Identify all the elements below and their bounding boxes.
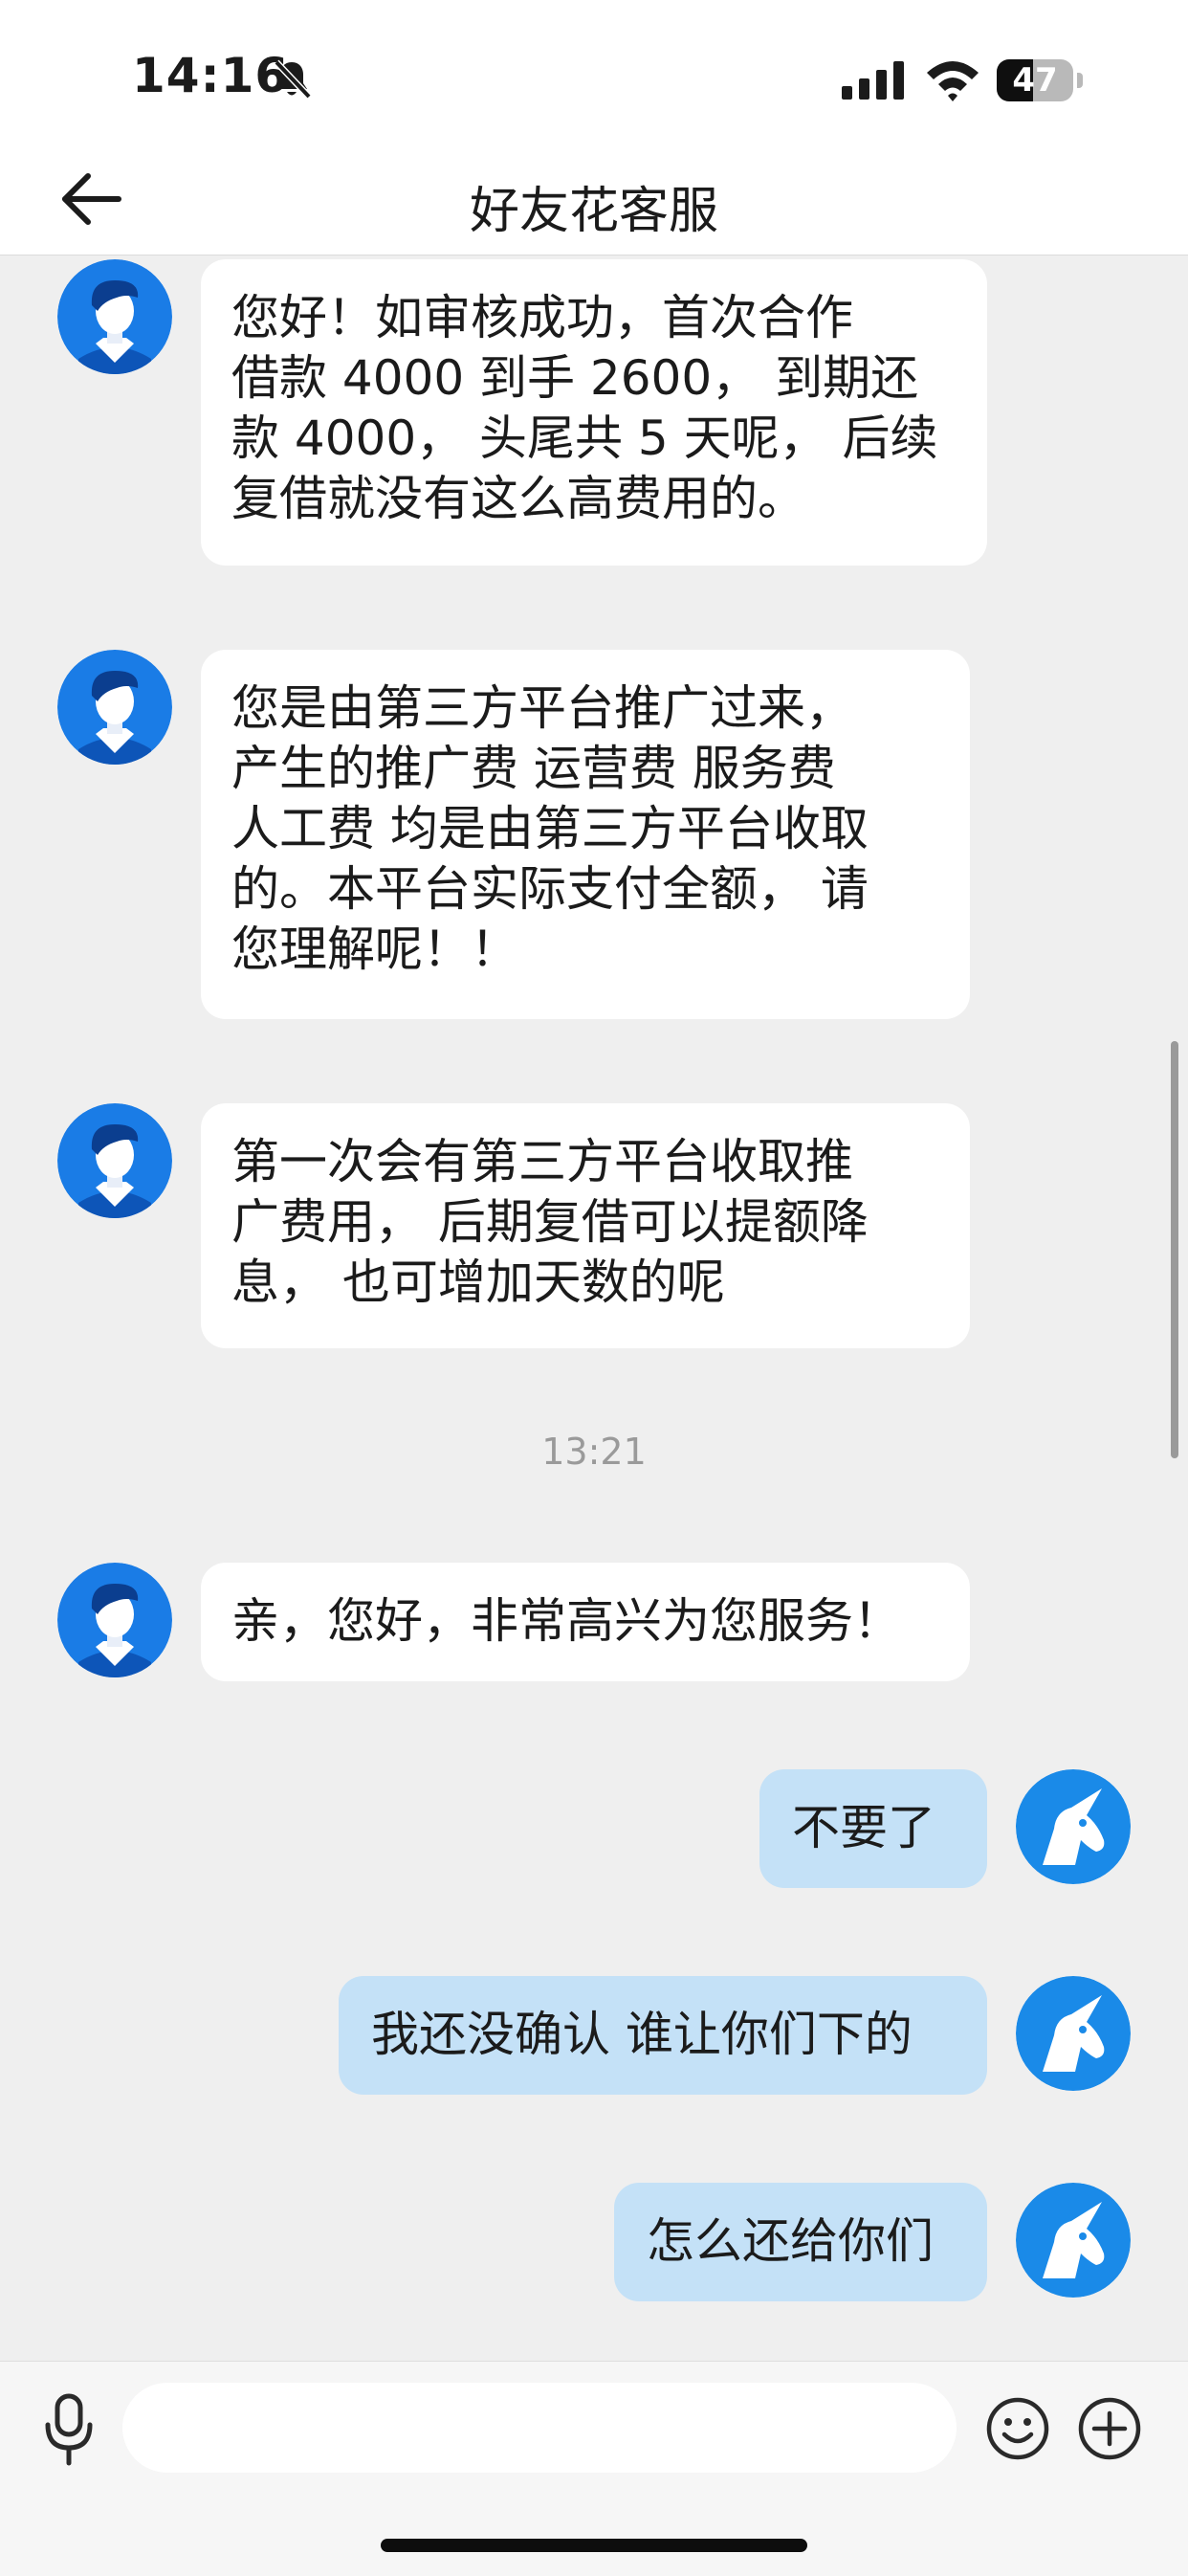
chat-scrollbar[interactable]	[1171, 1041, 1178, 1458]
outgoing-message-bubble[interactable]: 我还没确认 谁让你们下的	[339, 1976, 987, 2095]
chat-thread[interactable]: 您好！如审核成功，首次合作 借款 4000 到手 2600， 到期还 款 400…	[0, 255, 1188, 2361]
message-line: 您好！如审核成功，首次合作	[231, 290, 853, 345]
cellular-signal-icon	[842, 61, 904, 100]
agent-avatar-icon	[57, 1103, 172, 1218]
battery-percent: 47	[1012, 61, 1058, 100]
message-line: 不要了	[792, 1800, 935, 1855]
incoming-message-bubble[interactable]: 您好！如审核成功，首次合作 借款 4000 到手 2600， 到期还 款 400…	[201, 259, 987, 566]
nav-bar: 好友花客服	[0, 144, 1188, 255]
user-avatar[interactable]	[1016, 1976, 1131, 2091]
message-input[interactable]	[122, 2383, 957, 2473]
battery-indicator: 47	[997, 59, 1085, 101]
unicorn-avatar-icon	[1016, 1976, 1131, 2091]
agent-avatar-icon	[57, 1563, 172, 1677]
battery-tip	[1077, 73, 1083, 88]
agent-avatar-icon	[57, 650, 172, 765]
message-line: 您是由第三方平台推广过来，	[231, 680, 853, 736]
incoming-message-bubble[interactable]: 第一次会有第三方平台收取推 广费用， 后期复借可以提额降 息， 也可增加天数的呢	[201, 1103, 970, 1348]
status-time: 14:16	[132, 48, 290, 103]
message-line: 第一次会有第三方平台收取推	[231, 1134, 853, 1189]
emoji-icon[interactable]	[985, 2396, 1050, 2461]
message-input-bar	[0, 2361, 1188, 2496]
message-line: 复借就没有这么高费用的。	[231, 471, 805, 526]
incoming-message-bubble[interactable]: 亲，您好，非常高兴为您服务！	[201, 1563, 970, 1681]
message-line: 款 4000， 头尾共 5 天呢， 后续	[231, 411, 938, 466]
message-line: 人工费 均是由第三方平台收取	[231, 801, 869, 856]
agent-avatar[interactable]	[57, 259, 172, 374]
unicorn-avatar-icon	[1016, 2183, 1131, 2298]
message-line: 借款 4000 到手 2600， 到期还	[231, 350, 919, 406]
user-avatar[interactable]	[1016, 1769, 1131, 1884]
incoming-message-bubble[interactable]: 您是由第三方平台推广过来， 产生的推广费 运营费 服务费 人工费 均是由第三方平…	[201, 650, 970, 1019]
status-bar: 14:16 47	[0, 0, 1188, 144]
agent-avatar[interactable]	[57, 1103, 172, 1218]
page-title: 好友花客服	[469, 183, 718, 240]
wifi-icon	[927, 61, 979, 101]
message-line: 怎么还给你们	[647, 2213, 934, 2269]
agent-avatar[interactable]	[57, 1563, 172, 1677]
agent-avatar-icon	[57, 259, 172, 374]
home-indicator-area	[0, 2495, 1188, 2576]
message-line: 产生的推广费 运营费 服务费	[231, 741, 836, 796]
outgoing-message-bubble[interactable]: 不要了	[759, 1769, 987, 1888]
message-line: 广费用， 后期复借可以提额降	[231, 1194, 869, 1250]
message-line: 的。本平台实际支付全额， 请	[231, 861, 869, 917]
message-line: 我还没确认 谁让你们下的	[371, 2007, 913, 2062]
agent-avatar[interactable]	[57, 650, 172, 765]
plus-icon[interactable]	[1077, 2396, 1142, 2461]
silent-bell-icon	[274, 59, 312, 100]
user-avatar[interactable]	[1016, 2183, 1131, 2298]
unicorn-avatar-icon	[1016, 1769, 1131, 1884]
timestamp-divider: 13:21	[541, 1431, 647, 1473]
message-line: 您理解呢！！	[231, 922, 518, 977]
outgoing-message-bubble[interactable]: 怎么还给你们	[614, 2183, 987, 2301]
microphone-icon[interactable]	[38, 2390, 99, 2467]
home-indicator[interactable]	[381, 2539, 807, 2552]
message-line: 息， 也可增加天数的呢	[231, 1255, 725, 1310]
message-line: 亲，您好，非常高兴为您服务！	[231, 1593, 901, 1649]
battery-body: 47	[997, 59, 1073, 101]
